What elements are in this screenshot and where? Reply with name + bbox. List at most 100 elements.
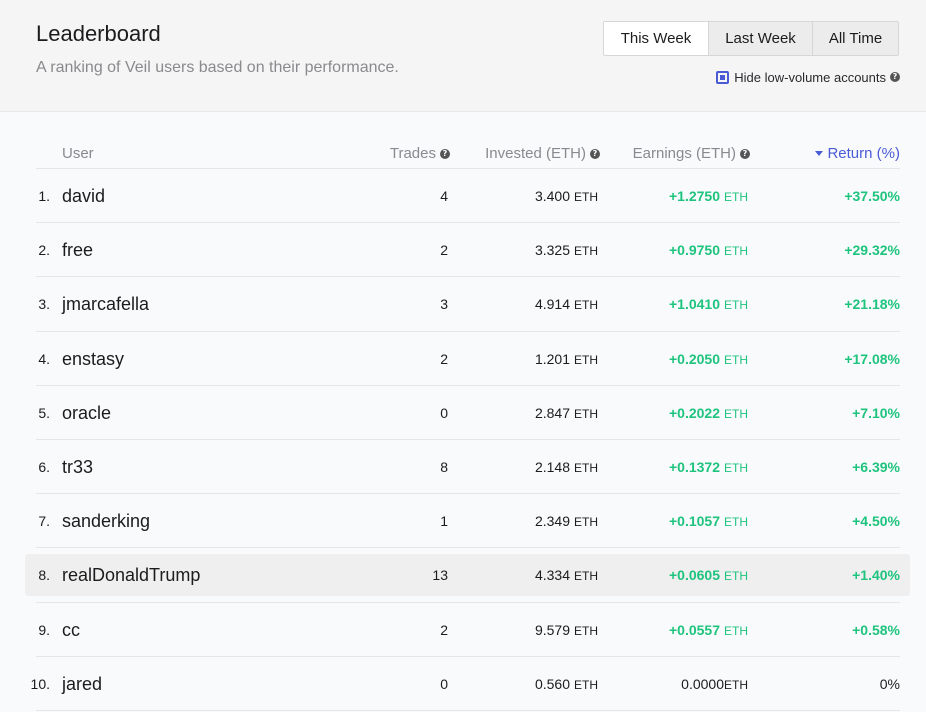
trades-count: 13: [432, 567, 448, 584]
earnings-amount: +0.1057: [669, 513, 720, 530]
checkbox-icon[interactable]: [716, 70, 730, 84]
return-value: +37.50%: [844, 188, 900, 204]
tab-all-time[interactable]: All Time: [812, 22, 898, 55]
column-earnings-label: Earnings (ETH): [632, 145, 736, 162]
earnings-unit: ETH: [724, 460, 748, 475]
earnings-amount: +1.0410: [669, 296, 720, 313]
invested-unit: ETH: [574, 677, 598, 692]
table-row[interactable]: 2. free 2 3.325 ETH +0.9750 ETH +29.32%: [36, 223, 900, 278]
username[interactable]: cc: [62, 603, 80, 657]
invested-amount: 2.847: [534, 404, 570, 421]
invested-amount: 2.148: [534, 458, 570, 475]
trades-count: 1: [440, 513, 448, 530]
rank: 5.: [38, 404, 50, 421]
invested-value: 4.334 ETH: [535, 548, 598, 602]
column-trades[interactable]: Trades?: [390, 145, 450, 162]
earnings-amount: +1.2750: [669, 188, 720, 204]
invested-amount: 4.914: [534, 296, 570, 313]
return-value: +7.10%: [852, 404, 900, 421]
rank: 2.: [38, 242, 50, 259]
invested-amount: 4.334: [534, 567, 570, 584]
earnings-amount: +0.0557: [669, 621, 720, 638]
earnings-value: +0.2050 ETH: [669, 332, 748, 386]
table-row[interactable]: 10. jared 0 0.560 ETH 0.0000ETH 0%: [31, 657, 900, 711]
username[interactable]: jared: [62, 657, 102, 711]
rank: 3.: [38, 296, 50, 313]
rank: 7.: [38, 513, 50, 530]
table-row[interactable]: 7. sanderking 1 2.349 ETH +0.1057 ETH +4.50%: [36, 494, 900, 549]
earnings-unit: ETH: [724, 515, 748, 530]
invested-amount: 3.400: [534, 188, 570, 204]
return-value: +21.18%: [844, 296, 900, 313]
help-icon[interactable]: ?: [740, 148, 750, 159]
trades-count: 4: [440, 188, 448, 204]
earnings-amount: +0.1372: [669, 458, 720, 475]
trades-count: 2: [440, 350, 448, 367]
trades-count: 2: [440, 242, 448, 259]
username[interactable]: enstasy: [62, 332, 124, 386]
table-row[interactable]: 3. jmarcafella 3 4.914 ETH +1.0410 ETH +21.18%: [36, 277, 900, 332]
trades-count: 3: [440, 296, 448, 313]
earnings-value: +0.0557 ETH: [669, 603, 748, 657]
column-invested-label: Invested (ETH): [485, 145, 586, 162]
invested-amount: 3.325: [534, 242, 570, 259]
hide-low-volume-toggle[interactable]: Hide low-volume accounts ?: [716, 69, 900, 85]
username[interactable]: david: [62, 169, 105, 223]
rank: 10.: [30, 675, 50, 692]
column-invested[interactable]: Invested (ETH)?: [485, 145, 600, 162]
column-earnings[interactable]: Earnings (ETH)?: [633, 145, 750, 162]
leaderboard-table-body: 1. david 4 3.400 ETH +1.2750 ETH +37.50% 2. free 2…: [25, 169, 910, 711]
rank: 9.: [38, 621, 50, 638]
earnings-value: +0.1372 ETH: [669, 440, 748, 494]
earnings-value: +1.0410 ETH: [669, 277, 748, 331]
username[interactable]: realDonaldTrump: [62, 548, 200, 602]
username[interactable]: oracle: [62, 386, 111, 440]
table-row[interactable]: 9. cc 2 9.579 ETH +0.0557 ETH +0.58%: [36, 603, 900, 657]
earnings-unit: ETH: [724, 298, 748, 313]
username[interactable]: free: [62, 223, 93, 277]
table-row[interactable]: 4. enstasy 2 1.201 ETH +0.2050 ETH +17.08%: [36, 332, 900, 386]
earnings-value: +0.1057 ETH: [669, 494, 748, 548]
invested-value: 4.914 ETH: [535, 277, 598, 331]
trades-count: 0: [440, 404, 448, 421]
tab-this-week[interactable]: This Week: [604, 22, 708, 55]
column-return[interactable]: Return (%): [815, 145, 900, 162]
invested-unit: ETH: [574, 406, 598, 421]
column-user[interactable]: User: [62, 145, 94, 162]
table-row[interactable]: 8. realDonaldTrump 13 4.334 ETH +0.0605 ETH +1.…: [25, 548, 910, 603]
earnings-unit: ETH: [724, 406, 748, 421]
trades-count: 8: [440, 458, 448, 475]
return-value: +1.40%: [852, 567, 900, 584]
earnings-unit: ETH: [724, 190, 748, 204]
username[interactable]: sanderking: [62, 494, 150, 548]
page-title: Leaderboard: [36, 21, 161, 46]
invested-amount: 2.349: [534, 513, 570, 530]
return-value: +6.39%: [852, 458, 900, 475]
tab-last-week[interactable]: Last Week: [708, 22, 812, 55]
table-header: User Trades? Invested (ETH)? Earnings (E…: [36, 140, 900, 169]
invested-value: 3.400 ETH: [535, 169, 598, 223]
time-range-tabs: This Week Last Week All Time: [603, 21, 899, 56]
column-user-label: User: [62, 145, 94, 162]
username[interactable]: jmarcafella: [62, 277, 149, 331]
return-value: +17.08%: [844, 350, 900, 367]
table-row[interactable]: 5. oracle 0 2.847 ETH +0.2022 ETH +7.10%: [36, 386, 900, 440]
earnings-amount: +0.2050: [669, 350, 720, 367]
rank: 8.: [38, 567, 50, 584]
earnings-unit: ETH: [724, 677, 748, 692]
invested-value: 2.847 ETH: [535, 386, 598, 440]
invested-unit: ETH: [574, 569, 598, 584]
return-value: +0.58%: [852, 621, 900, 638]
invested-value: 0.560 ETH: [535, 657, 598, 711]
table-row[interactable]: 6. tr33 8 2.148 ETH +0.1372 ETH +6.39%: [36, 440, 900, 495]
page-header: Leaderboard A ranking of Veil users base…: [0, 0, 926, 112]
table-row[interactable]: 1. david 4 3.400 ETH +1.2750 ETH +37.50%: [36, 169, 900, 224]
help-icon[interactable]: ?: [440, 148, 450, 159]
help-icon[interactable]: ?: [890, 72, 900, 82]
invested-unit: ETH: [574, 623, 598, 638]
earnings-unit: ETH: [724, 244, 748, 259]
help-icon[interactable]: ?: [590, 148, 600, 159]
username[interactable]: tr33: [62, 440, 93, 494]
rank: 1.: [38, 188, 50, 204]
rank: 4.: [38, 350, 50, 367]
